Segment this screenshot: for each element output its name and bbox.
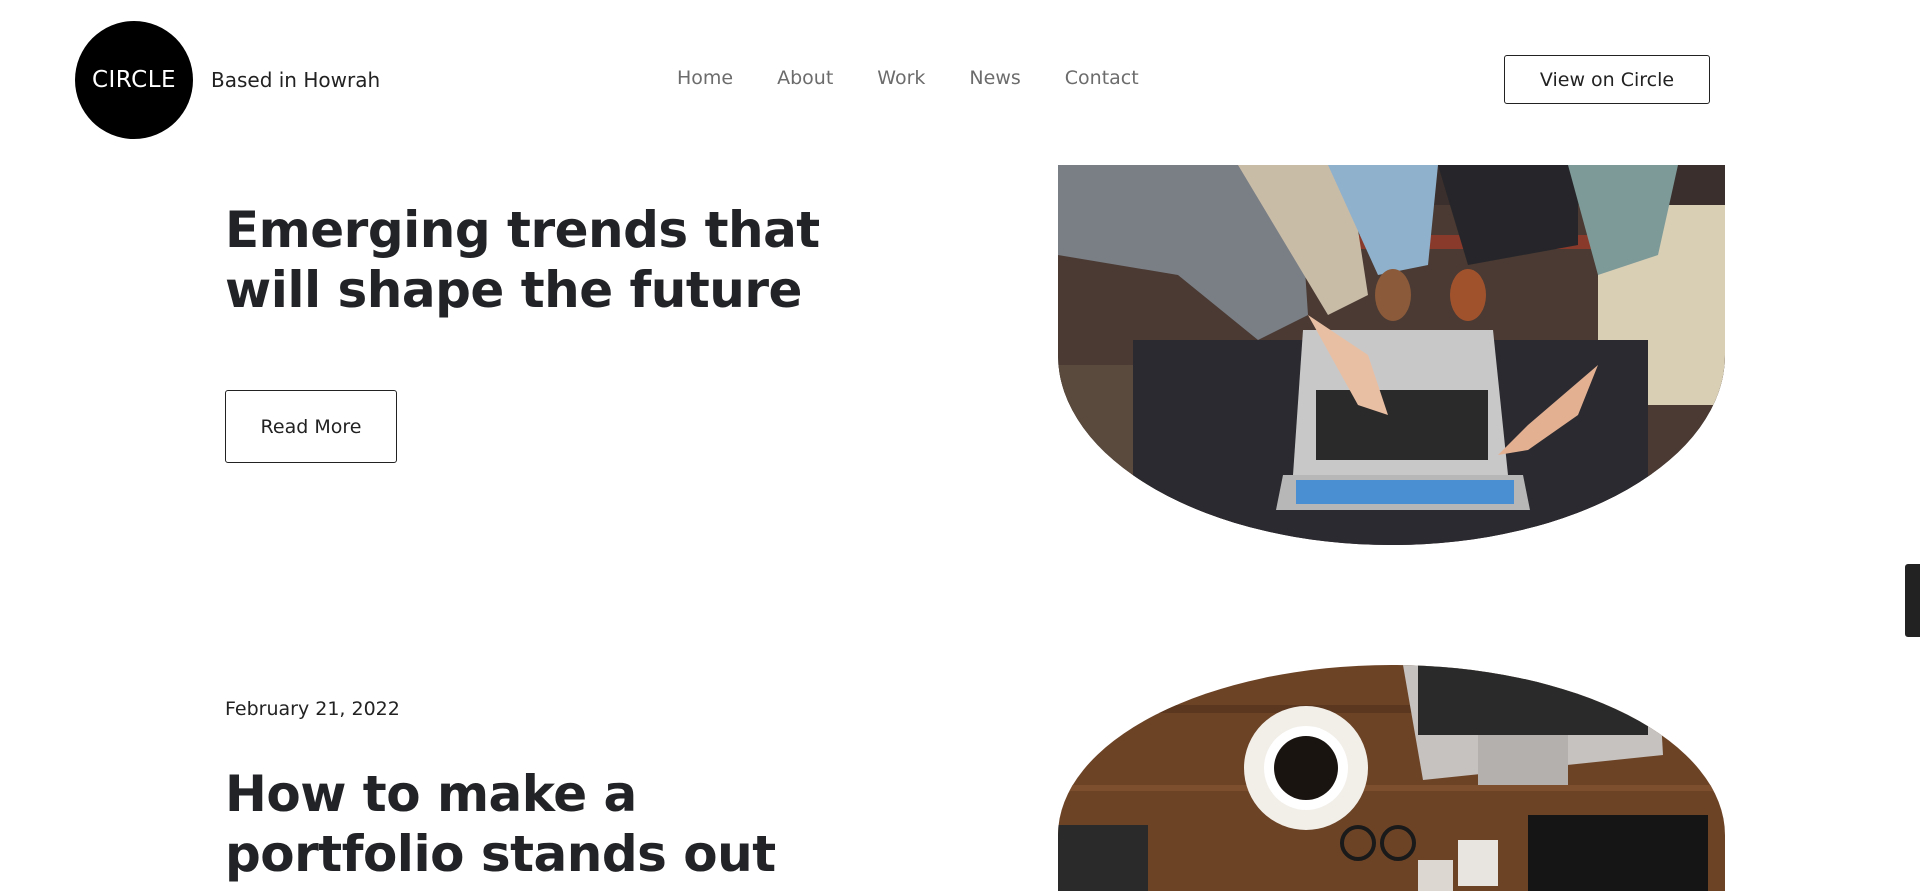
nav-work[interactable]: Work [877, 67, 925, 89]
view-on-circle-button[interactable]: View on Circle [1504, 55, 1710, 104]
location-tagline: Based in Howrah [211, 68, 381, 92]
post-image-team-laptop[interactable] [1058, 165, 1725, 545]
post-image-desk-coffee[interactable] [1058, 665, 1725, 891]
scroll-handle[interactable] [1905, 564, 1920, 637]
logo-text: CIRCLE [91, 67, 177, 93]
nav-contact[interactable]: Contact [1065, 67, 1139, 89]
read-more-button[interactable]: Read More [225, 390, 397, 463]
nav-about[interactable]: About [777, 67, 833, 89]
post-date: February 21, 2022 [225, 698, 400, 720]
nav-home[interactable]: Home [677, 67, 733, 89]
site-header: CIRCLE Based in Howrah Home About Work N… [0, 0, 1920, 160]
nav-news[interactable]: News [969, 67, 1020, 89]
post-title[interactable]: How to make a portfolio stands out [225, 764, 865, 884]
circle-logo[interactable]: CIRCLE [75, 21, 193, 139]
main-nav: Home About Work News Contact [677, 67, 1183, 89]
post-title[interactable]: Emerging trends that will shape the futu… [225, 200, 865, 320]
